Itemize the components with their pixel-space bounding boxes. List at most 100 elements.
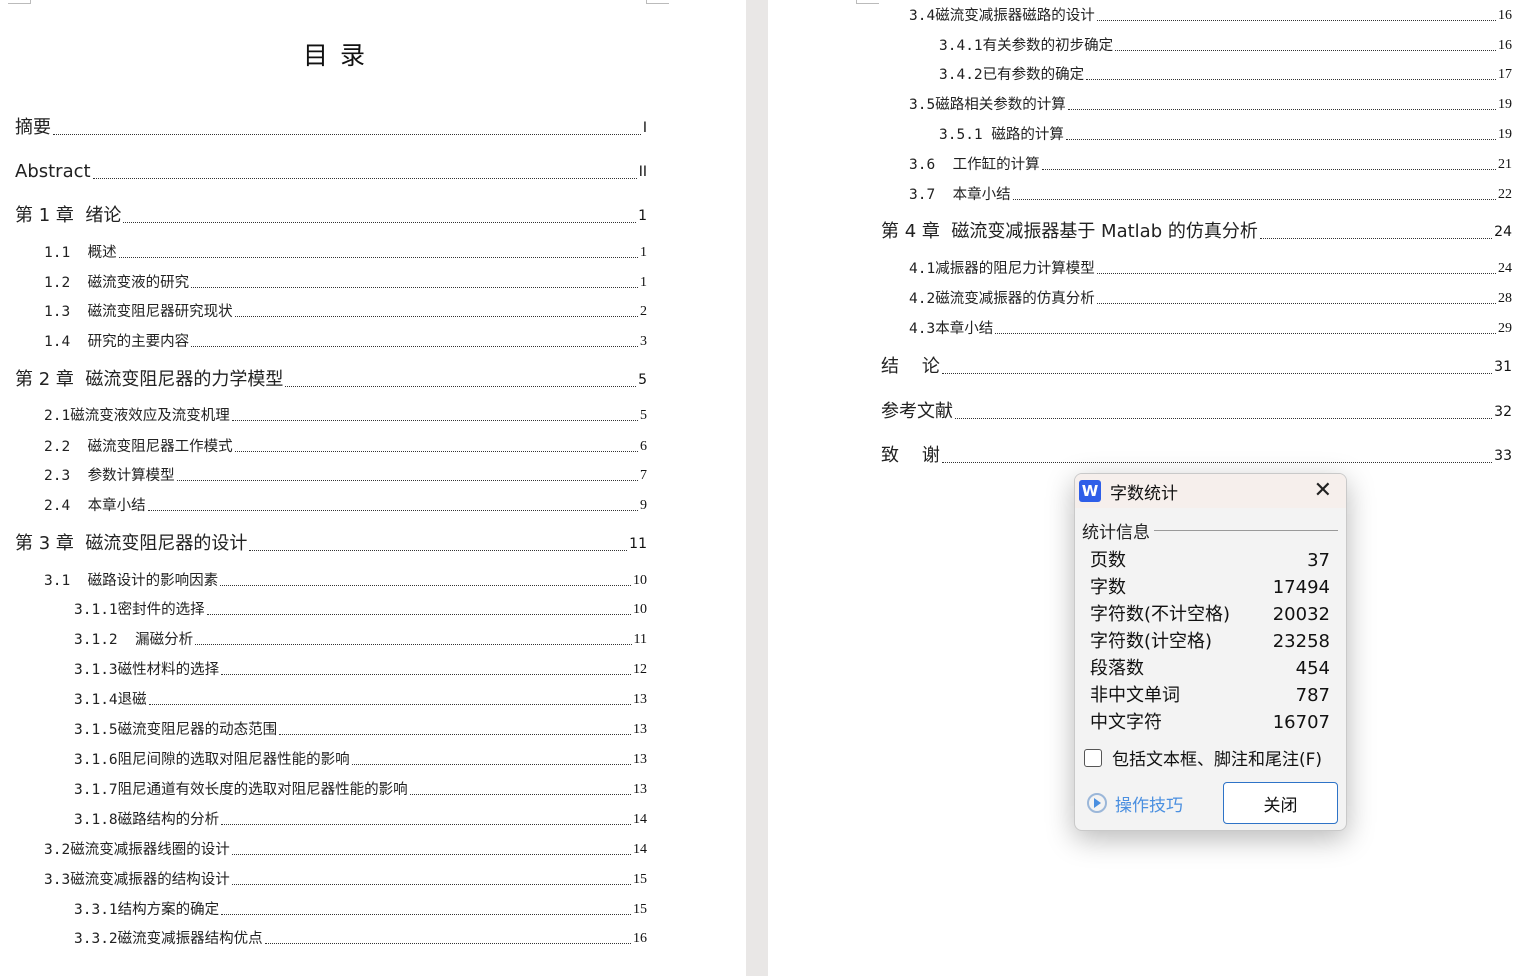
toc-entry[interactable]: 3.5磁路相关参数的计算 19	[909, 94, 1512, 116]
toc-entry[interactable]: 1.3 磁流变阻尼器研究现状 2	[44, 301, 647, 323]
toc-page-number: 11	[633, 632, 647, 647]
toc-entry[interactable]: 1.2 磁流变液的研究 1	[44, 272, 647, 294]
close-icon[interactable]: ✕	[1314, 478, 1332, 503]
word-count-dialog: W 字数统计 ✕ 统计信息 页数 37 字数 17494 字符数(不计空格) 20032 字…	[1074, 473, 1347, 831]
toc-entry-text: 第 1 章 绪论	[15, 205, 122, 226]
toc-entry[interactable]: Abstract II	[15, 159, 647, 185]
toc-entry[interactable]: 3.1.1密封件的选择 10	[74, 599, 647, 621]
dot-leader	[92, 178, 637, 179]
toc-page-number: 19	[1498, 97, 1512, 112]
toc-entry[interactable]: 2.1磁流变液效应及流变机理 5	[44, 405, 647, 427]
dialog-titlebar[interactable]: W 字数统计 ✕	[1075, 474, 1346, 508]
divider	[1154, 530, 1338, 531]
wps-writer-icon: W	[1079, 480, 1101, 502]
toc-entry[interactable]: 1.4 研究的主要内容 3	[44, 331, 647, 353]
dot-leader	[231, 884, 631, 885]
toc-page-number: 13	[633, 722, 647, 737]
toc-page-number: 10	[633, 602, 647, 617]
toc-page-number: 32	[1494, 404, 1512, 420]
dot-leader	[206, 614, 631, 615]
stat-label: 页数	[1090, 550, 1126, 571]
toc-entry-text: 2.3 参数计算模型	[44, 468, 175, 484]
toc-entry[interactable]: 3.4磁流变减振器磁路的设计 16	[909, 5, 1512, 27]
toc-entry[interactable]: 第 2 章 磁流变阻尼器的力学模型 5	[15, 367, 647, 393]
toc-entry[interactable]: 3.3磁流变减振器的结构设计 15	[44, 869, 647, 891]
toc-entry[interactable]: 第 1 章 绪论 1	[15, 203, 647, 229]
stats-list: 页数 37 字数 17494 字符数(不计空格) 20032 字符数(计空格) 23258 段落…	[1075, 547, 1346, 736]
toc-page-number: 33	[1494, 448, 1512, 464]
toc-page-number: 16	[1498, 38, 1512, 53]
tips-label: 操作技巧	[1115, 795, 1183, 816]
toc-entry[interactable]: 3.1.8磁路结构的分析 14	[74, 809, 647, 831]
toc-entry[interactable]: 2.3 参数计算模型 7	[44, 465, 647, 487]
toc-entry[interactable]: 4.1减振器的阻尼力计算模型 24	[909, 258, 1512, 280]
toc-entry[interactable]: 3.6 工作缸的计算 21	[909, 154, 1512, 176]
include-textbox-footnotes-checkbox[interactable]: 包括文本框、脚注和尾注(F)	[1084, 745, 1346, 770]
dot-leader	[118, 257, 638, 258]
dot-leader	[221, 824, 631, 825]
stat-label: 非中文单词	[1090, 685, 1180, 706]
toc-entry-text: 结 论	[881, 356, 940, 377]
toc-entry[interactable]: 3.1 磁路设计的影响因素 10	[44, 570, 647, 592]
checkbox-icon[interactable]	[1084, 748, 1102, 767]
stat-value: 16707	[1272, 712, 1330, 733]
toc-entry[interactable]: 3.4.2已有参数的确定 17	[939, 64, 1512, 86]
toc-entry[interactable]: 致 谢 33	[881, 443, 1512, 469]
dot-leader	[148, 704, 631, 705]
toc-page-number: 29	[1498, 321, 1512, 336]
toc-entry[interactable]: 1.1 概述 1	[44, 242, 647, 264]
toc-entry[interactable]: 3.3.1结构方案的确定 15	[74, 899, 647, 921]
stat-row: 段落数 454	[1090, 655, 1330, 682]
toc-entry[interactable]: 3.1.3磁性材料的选择 12	[74, 659, 647, 681]
page-corner-mark	[8, 0, 31, 4]
toc-entry[interactable]: 3.7 本章小结 22	[909, 184, 1512, 206]
toc-entry[interactable]: 3.1.4退磁 13	[74, 689, 647, 711]
toc-entry[interactable]: 3.3.2磁流变减振器结构优点 16	[74, 928, 647, 950]
stat-row: 非中文单词 787	[1090, 682, 1330, 709]
toc-entry[interactable]: 第 3 章 磁流变阻尼器的设计 11	[15, 531, 647, 557]
toc-entry-text: 2.1磁流变液效应及流变机理	[44, 408, 230, 424]
dot-leader	[1086, 79, 1496, 80]
toc-entry-text: 1.1 概述	[44, 245, 117, 261]
toc-page-number: 2	[640, 304, 647, 319]
toc-entry-text: 3.2磁流变减振器线圈的设计	[44, 842, 230, 858]
dot-leader	[1065, 139, 1496, 140]
stat-row: 字数 17494	[1090, 574, 1330, 601]
dot-leader	[53, 134, 641, 135]
dot-leader	[234, 451, 638, 452]
toc-page-number: 19	[1498, 127, 1512, 142]
dot-leader	[1012, 199, 1496, 200]
toc-entry[interactable]: 摘要 I	[15, 115, 647, 141]
toc-entry[interactable]: 结 论 31	[881, 354, 1512, 380]
toc-entry[interactable]: 3.1.2 漏磁分析 11	[74, 629, 647, 651]
toc-entry[interactable]: 参考文献 32	[881, 399, 1512, 425]
stat-label: 中文字符	[1090, 712, 1162, 733]
toc-entry[interactable]: 3.1.5磁流变阻尼器的动态范围 13	[74, 719, 647, 741]
toc-entry[interactable]: 3.1.6阻尼间隙的选取对阻尼器性能的影响 13	[74, 749, 647, 771]
dot-leader	[234, 316, 638, 317]
toc-page-number: 13	[633, 782, 647, 797]
toc-page-number: II	[638, 164, 647, 180]
toc-entry[interactable]: 第 4 章 磁流变减振器基于 Matlab 的仿真分析 24	[881, 219, 1512, 245]
toc-entry-text: 第 2 章 磁流变阻尼器的力学模型	[15, 369, 284, 390]
toc-page-number: 1	[638, 208, 647, 224]
toc-entry[interactable]: 3.2磁流变减振器线圈的设计 14	[44, 839, 647, 861]
toc-page-number: 31	[1494, 359, 1512, 375]
checkbox-label: 包括文本框、脚注和尾注(F)	[1112, 750, 1323, 770]
toc-entry[interactable]: 3.5.1 磁路的计算 19	[939, 124, 1512, 146]
toc-entry[interactable]: 2.2 磁流变阻尼器工作模式 6	[44, 436, 647, 458]
toc-entry-text: 1.4 研究的主要内容	[44, 334, 190, 350]
stat-label: 段落数	[1090, 658, 1144, 679]
toc-entry-text: 致 谢	[881, 445, 940, 466]
toc-entry[interactable]: 2.4 本章小结 9	[44, 495, 647, 517]
toc-entry[interactable]: 4.2磁流变减振器的仿真分析 28	[909, 288, 1512, 310]
toc-entry[interactable]: 3.1.7阻尼通道有效长度的选取对阻尼器性能的影响 13	[74, 779, 647, 801]
toc-entry[interactable]: 4.3本章小结 29	[909, 318, 1512, 340]
close-button[interactable]: 关闭	[1223, 782, 1338, 824]
dot-leader	[220, 585, 631, 586]
tips-link[interactable]: 操作技巧	[1087, 791, 1223, 816]
stat-value: 17494	[1272, 577, 1330, 598]
dot-leader	[1067, 109, 1496, 110]
toc-entry[interactable]: 3.4.1有关参数的初步确定 16	[939, 35, 1512, 57]
play-circle-icon	[1087, 793, 1107, 813]
